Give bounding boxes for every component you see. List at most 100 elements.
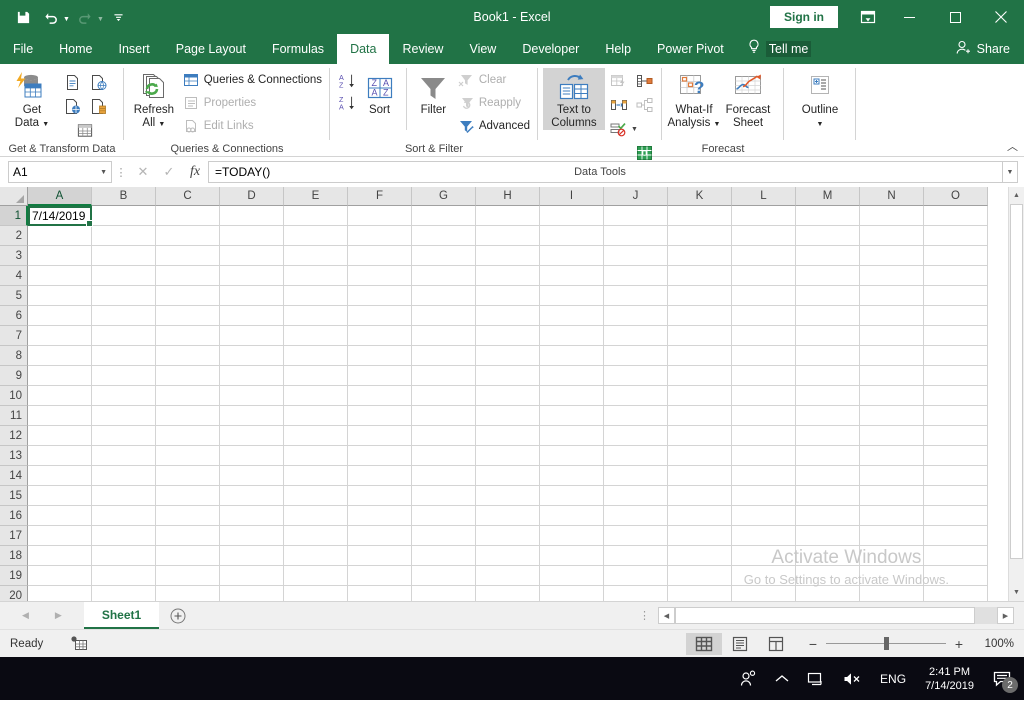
select-all-corner[interactable] [0,187,28,206]
cell-E5[interactable] [284,286,348,306]
cell-A7[interactable] [28,326,92,346]
cell-F12[interactable] [348,426,412,446]
cell-O20[interactable] [924,586,988,601]
outline-caret-icon[interactable]: ▼ [817,121,824,128]
row-header-16[interactable]: 16 [0,506,28,526]
cell-A17[interactable] [28,526,92,546]
cell-M17[interactable] [796,526,860,546]
cell-A16[interactable] [28,506,92,526]
cell-A5[interactable] [28,286,92,306]
properties-button[interactable]: Properties [179,92,325,114]
cell-E9[interactable] [284,366,348,386]
forecast-sheet-button[interactable]: Forecast Sheet [721,68,775,130]
horizontal-scroll-thumb[interactable] [675,607,975,624]
from-text-csv-icon[interactable] [63,73,81,91]
column-header-K[interactable]: K [668,187,732,206]
cell-H14[interactable] [476,466,540,486]
cell-C2[interactable] [156,226,220,246]
cell-D6[interactable] [220,306,284,326]
cell-H4[interactable] [476,266,540,286]
clear-filter-button[interactable]: Clear [454,69,533,91]
cell-N10[interactable] [860,386,924,406]
column-header-I[interactable]: I [540,187,604,206]
cell-I10[interactable] [540,386,604,406]
record-macro-icon[interactable] [43,636,88,651]
cell-J16[interactable] [604,506,668,526]
cell-N20[interactable] [860,586,924,601]
cell-H18[interactable] [476,546,540,566]
cell-M5[interactable] [796,286,860,306]
cell-C6[interactable] [156,306,220,326]
cell-C17[interactable] [156,526,220,546]
horizontal-scroll-track[interactable] [675,607,997,624]
cell-N17[interactable] [860,526,924,546]
cell-O2[interactable] [924,226,988,246]
cell-O12[interactable] [924,426,988,446]
save-icon[interactable] [10,5,36,29]
cell-A4[interactable] [28,266,92,286]
row-header-10[interactable]: 10 [0,386,28,406]
cell-D13[interactable] [220,446,284,466]
row-header-18[interactable]: 18 [0,546,28,566]
cell-I7[interactable] [540,326,604,346]
cell-L14[interactable] [732,466,796,486]
cell-M18[interactable] [796,546,860,566]
tab-view[interactable]: View [456,34,509,64]
cell-J18[interactable] [604,546,668,566]
cell-D4[interactable] [220,266,284,286]
refresh-all-button[interactable]: Refresh All ▼ [129,68,179,130]
cell-K2[interactable] [668,226,732,246]
row-header-15[interactable]: 15 [0,486,28,506]
cell-D11[interactable] [220,406,284,426]
cell-H20[interactable] [476,586,540,601]
undo-caret-icon[interactable]: ▼ [63,16,70,23]
cell-O13[interactable] [924,446,988,466]
cell-M9[interactable] [796,366,860,386]
cell-A20[interactable] [28,586,92,601]
cell-A2[interactable] [28,226,92,246]
cell-E13[interactable] [284,446,348,466]
cell-G2[interactable] [412,226,476,246]
sort-descending-icon[interactable]: ZA [339,94,357,112]
cell-G7[interactable] [412,326,476,346]
cell-B15[interactable] [92,486,156,506]
column-header-M[interactable]: M [796,187,860,206]
cell-K15[interactable] [668,486,732,506]
cell-L15[interactable] [732,486,796,506]
cell-B10[interactable] [92,386,156,406]
cell-C18[interactable] [156,546,220,566]
cell-M7[interactable] [796,326,860,346]
cell-J13[interactable] [604,446,668,466]
cell-D9[interactable] [220,366,284,386]
cell-G10[interactable] [412,386,476,406]
cell-A1[interactable]: 7/14/2019 [28,206,93,227]
cell-N15[interactable] [860,486,924,506]
cell-O9[interactable] [924,366,988,386]
refresh-all-caret-icon[interactable]: ▼ [158,121,165,128]
cell-K7[interactable] [668,326,732,346]
cell-I14[interactable] [540,466,604,486]
cell-H7[interactable] [476,326,540,346]
formula-bar-handle[interactable]: ⋮ [112,166,130,179]
cell-K20[interactable] [668,586,732,601]
cell-D2[interactable] [220,226,284,246]
cell-C20[interactable] [156,586,220,601]
cell-J2[interactable] [604,226,668,246]
cell-L18[interactable] [732,546,796,566]
cell-A9[interactable] [28,366,92,386]
cell-B1[interactable] [92,206,156,226]
row-header-6[interactable]: 6 [0,306,28,326]
name-box[interactable]: A1 ▼ [8,161,112,183]
cell-J6[interactable] [604,306,668,326]
cell-O18[interactable] [924,546,988,566]
row-header-7[interactable]: 7 [0,326,28,346]
cell-I5[interactable] [540,286,604,306]
cell-O10[interactable] [924,386,988,406]
text-to-columns-button[interactable]: Text to Columns [543,68,605,130]
cell-N18[interactable] [860,546,924,566]
cell-C15[interactable] [156,486,220,506]
cell-K19[interactable] [668,566,732,586]
cell-G11[interactable] [412,406,476,426]
cell-A10[interactable] [28,386,92,406]
cell-H2[interactable] [476,226,540,246]
